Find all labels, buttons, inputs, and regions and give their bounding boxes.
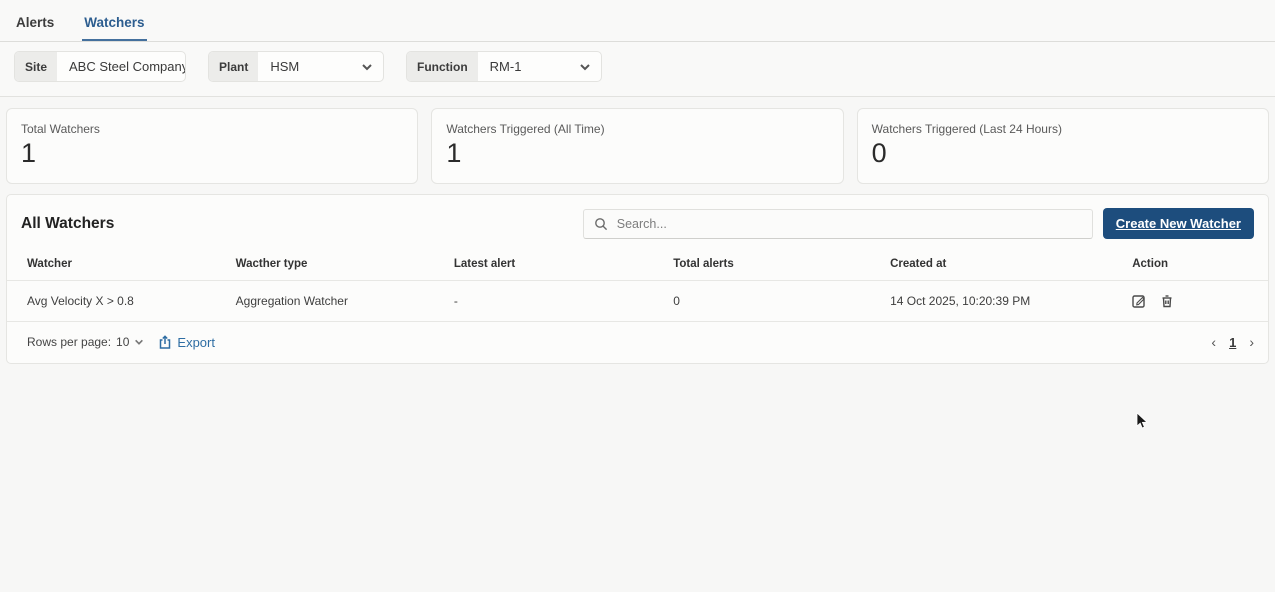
tab-alerts[interactable]: Alerts	[14, 5, 56, 41]
tab-bar: Alerts Watchers	[0, 0, 1275, 42]
row-actions	[1132, 294, 1260, 308]
chevron-down-icon	[134, 337, 144, 347]
next-page-arrow[interactable]: ›	[1249, 334, 1254, 350]
function-filter-value: RM-1	[478, 59, 530, 74]
watchers-table: Watcher Wacther type Latest alert Total …	[7, 252, 1268, 322]
cell-latest-alert: -	[446, 281, 665, 322]
plant-filter-label: Plant	[209, 52, 258, 81]
stat-card-triggered-all-time: Watchers Triggered (All Time) 1	[431, 108, 843, 184]
rows-per-page-value: 10	[116, 335, 129, 349]
edit-icon[interactable]	[1132, 294, 1146, 308]
stat-card-label: Watchers Triggered (All Time)	[446, 122, 828, 136]
column-header-type: Wacther type	[228, 252, 446, 281]
column-header-total-alerts: Total alerts	[665, 252, 882, 281]
column-header-latest-alert: Latest alert	[446, 252, 665, 281]
stat-cards-row: Total Watchers 1 Watchers Triggered (All…	[0, 97, 1275, 194]
page-title: All Watchers	[21, 215, 114, 233]
stat-card-triggered-24h: Watchers Triggered (Last 24 Hours) 0	[857, 108, 1269, 184]
search-icon	[594, 217, 608, 231]
previous-page-arrow[interactable]: ‹	[1211, 334, 1216, 350]
export-label: Export	[177, 335, 215, 350]
column-header-created-at: Created at	[882, 252, 1124, 281]
site-filter-value: ABC Steel Company	[57, 59, 186, 74]
mouse-cursor	[1136, 412, 1149, 435]
table-row: Avg Velocity X > 0.8 Aggregation Watcher…	[7, 281, 1268, 322]
search-input[interactable]	[617, 217, 1082, 231]
column-header-action: Action	[1124, 252, 1268, 281]
create-new-watcher-button[interactable]: Create New Watcher	[1103, 208, 1254, 239]
rows-per-page-selector[interactable]: Rows per page: 10	[27, 335, 144, 349]
chevron-down-icon	[361, 61, 383, 73]
export-button[interactable]: Export	[158, 335, 215, 350]
all-watchers-panel: All Watchers Create New Watcher Watcher	[6, 194, 1269, 364]
site-filter-label: Site	[15, 52, 57, 81]
stat-card-label: Total Watchers	[21, 122, 403, 136]
trash-icon[interactable]	[1160, 294, 1174, 308]
plant-filter-dropdown[interactable]: Plant HSM	[208, 51, 384, 82]
site-filter-dropdown[interactable]: Site ABC Steel Company	[14, 51, 186, 82]
column-header-watcher: Watcher	[7, 252, 228, 281]
watchers-page: Alerts Watchers Site ABC Steel Company P…	[0, 0, 1275, 364]
plant-filter-value: HSM	[258, 59, 307, 74]
cell-watcher-name: Avg Velocity X > 0.8	[7, 281, 228, 322]
tab-watchers[interactable]: Watchers	[82, 5, 146, 41]
filter-bar: Site ABC Steel Company Plant HSM Functio…	[0, 42, 1275, 97]
cell-created-at: 14 Oct 2025, 10:20:39 PM	[882, 281, 1124, 322]
function-filter-label: Function	[407, 52, 478, 81]
stat-card-label: Watchers Triggered (Last 24 Hours)	[872, 122, 1254, 136]
panel-header: All Watchers Create New Watcher	[7, 195, 1268, 252]
stat-card-value: 1	[21, 138, 403, 169]
chevron-down-icon	[579, 61, 601, 73]
rows-per-page-label: Rows per page:	[27, 335, 111, 349]
pagination: ‹ 1 ›	[1211, 334, 1254, 350]
function-filter-dropdown[interactable]: Function RM-1	[406, 51, 602, 82]
table-header-row: Watcher Wacther type Latest alert Total …	[7, 252, 1268, 281]
stat-card-value: 0	[872, 138, 1254, 169]
cell-total-alerts: 0	[665, 281, 882, 322]
stat-card-total-watchers: Total Watchers 1	[6, 108, 418, 184]
stat-card-value: 1	[446, 138, 828, 169]
cell-watcher-type: Aggregation Watcher	[228, 281, 446, 322]
share-export-icon	[158, 335, 172, 350]
search-box	[583, 209, 1093, 239]
table-footer: Rows per page: 10 Export ‹ 1	[7, 322, 1268, 363]
current-page-number[interactable]: 1	[1229, 335, 1236, 350]
